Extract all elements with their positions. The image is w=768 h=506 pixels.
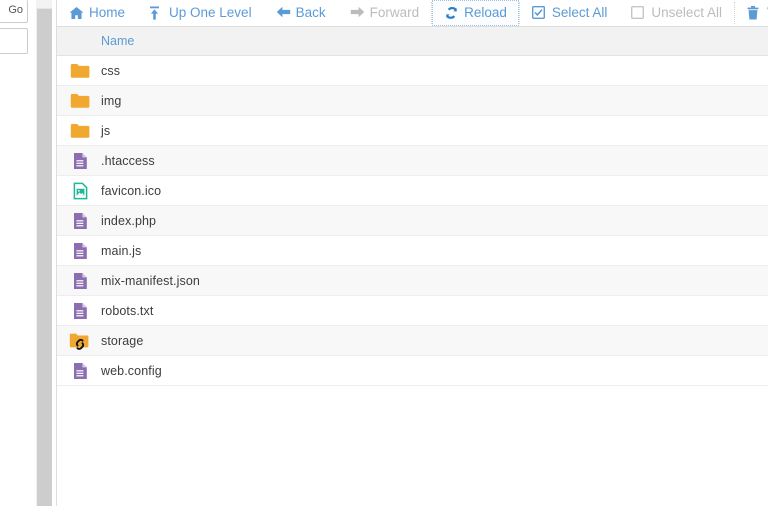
file-name: favicon.ico — [101, 183, 162, 198]
table-row[interactable]: main.js — [57, 236, 768, 266]
toolbar-button-select-all-label: Select All — [551, 5, 608, 21]
address-input[interactable] — [0, 28, 28, 54]
file-name: js — [101, 123, 111, 138]
toolbar-button-up-one-level-label: Up One Level — [169, 5, 252, 21]
file-name: robots.txt — [101, 303, 154, 318]
arrow-right-icon — [350, 6, 365, 20]
checkbox-checked-icon — [531, 6, 547, 20]
file-list-table: Name css img js .htaccess favicon.ico in… — [57, 27, 768, 506]
table-row[interactable]: storage — [57, 326, 768, 356]
file-name: storage — [101, 333, 144, 348]
folder-icon — [57, 123, 101, 139]
table-row[interactable]: css — [57, 56, 768, 86]
trash-icon — [747, 6, 762, 20]
file-name: img — [101, 93, 122, 108]
table-row[interactable]: robots.txt — [57, 296, 768, 326]
go-button[interactable]: Go — [0, 0, 28, 23]
file-image-icon — [57, 182, 101, 200]
toolbar-button-unselect-all-label: Unselect All — [651, 5, 722, 21]
folder-icon — [57, 93, 101, 109]
arrow-left-icon — [276, 6, 291, 20]
file-document-icon — [57, 212, 101, 230]
file-manager-screen: Go Home Up One Level Back Forward Reload… — [0, 0, 768, 506]
table-row[interactable]: js — [57, 116, 768, 146]
toolbar-button-back[interactable]: Back — [264, 0, 338, 26]
folder-icon — [57, 63, 101, 79]
file-table-header-row: Name — [57, 27, 768, 56]
file-name: .htaccess — [101, 153, 155, 168]
toolbar-button-home-label: Home — [89, 5, 126, 21]
toolbar-button-forward-label: Forward — [369, 5, 420, 21]
main-content-pane: Home Up One Level Back Forward Reload Se… — [56, 0, 768, 506]
toolbar-button-unselect-all[interactable]: Unselect All — [619, 0, 734, 26]
file-document-icon — [57, 362, 101, 380]
table-row[interactable]: favicon.ico — [57, 176, 768, 206]
left-partial-panel: Go — [0, 0, 36, 506]
table-row[interactable]: mix-manifest.json — [57, 266, 768, 296]
file-document-icon — [57, 302, 101, 320]
column-header-name[interactable]: Name — [57, 34, 134, 48]
refresh-icon — [444, 6, 459, 20]
toolbar-button-forward[interactable]: Forward — [338, 0, 432, 26]
up-level-icon — [149, 6, 164, 20]
file-name: index.php — [101, 213, 157, 228]
home-icon — [69, 6, 84, 20]
table-row[interactable]: web.config — [57, 356, 768, 386]
toolbar-button-reload[interactable]: Reload — [432, 0, 519, 26]
file-manager-toolbar: Home Up One Level Back Forward Reload Se… — [57, 0, 768, 27]
toolbar-button-up-one-level[interactable]: Up One Level — [137, 0, 264, 26]
file-name: web.config — [101, 363, 162, 378]
file-name: main.js — [101, 243, 142, 258]
toolbar-button-delete[interactable]: Vi — [735, 0, 768, 26]
vertical-scrollbar-thumb[interactable] — [37, 9, 52, 506]
file-name: css — [101, 63, 121, 78]
toolbar-button-back-label: Back — [295, 5, 326, 21]
toolbar-button-reload-label: Reload — [464, 5, 507, 21]
file-document-icon — [57, 272, 101, 290]
toolbar-button-select-all[interactable]: Select All — [520, 0, 620, 26]
vertical-scrollbar-top-cap — [36, 0, 52, 9]
table-row[interactable]: .htaccess — [57, 146, 768, 176]
file-document-icon — [57, 152, 101, 170]
table-row[interactable]: index.php — [57, 206, 768, 236]
checkbox-empty-icon — [631, 6, 646, 20]
file-document-icon — [57, 242, 101, 260]
folder-symlink-icon — [57, 332, 101, 350]
table-row[interactable]: img — [57, 86, 768, 116]
toolbar-button-home[interactable]: Home — [57, 0, 137, 26]
file-name: mix-manifest.json — [101, 273, 200, 288]
